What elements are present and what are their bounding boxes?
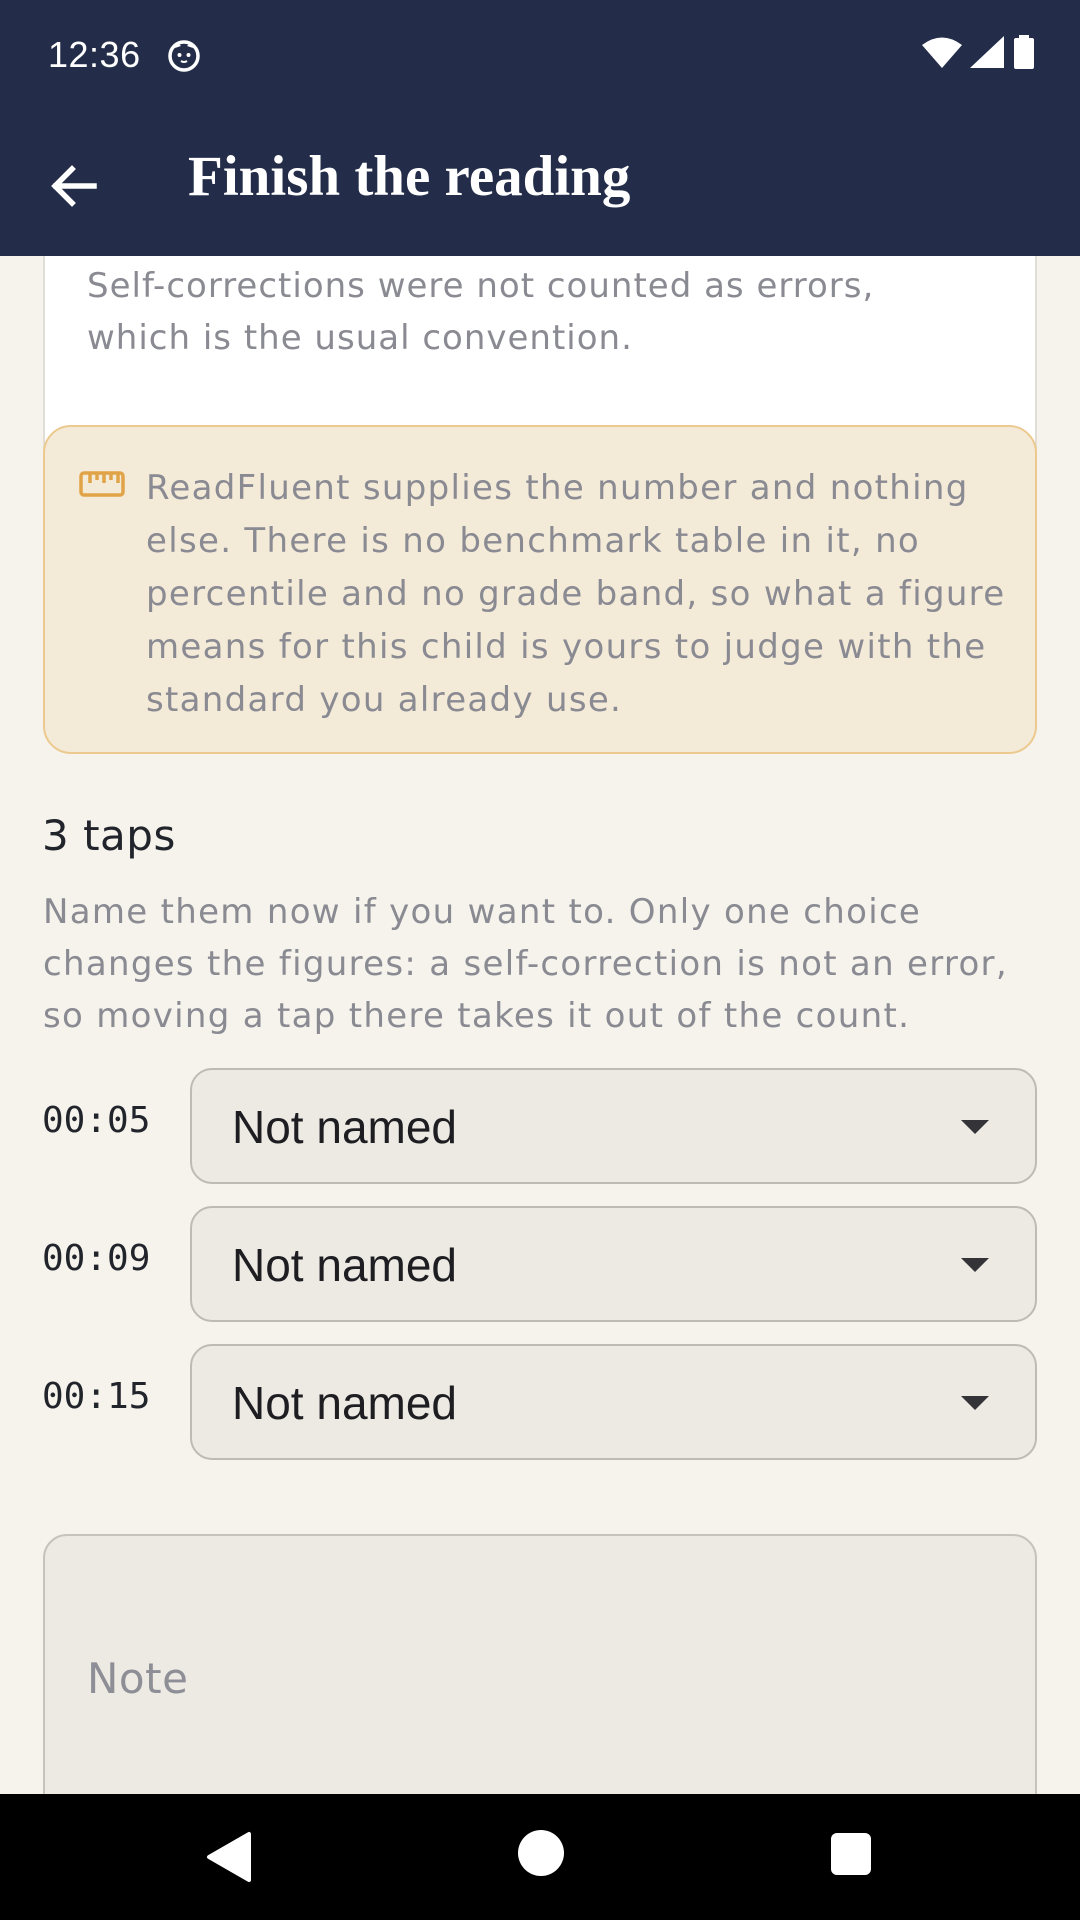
tap-type-dropdown[interactable]: Not named	[190, 1344, 1037, 1460]
screen: 12:36 Finish the reading Self-correction…	[0, 0, 1080, 1920]
nav-home-icon[interactable]	[518, 1830, 564, 1876]
note-input[interactable]: Note	[43, 1534, 1037, 1794]
signal-icon	[970, 36, 1004, 72]
page-title: Finish the reading	[188, 145, 631, 208]
cat-face-icon	[166, 37, 202, 73]
dropdown-arrow-icon	[961, 1258, 989, 1274]
battery-icon	[1012, 35, 1036, 73]
tap-row: 00:15 Not named	[0, 1344, 1080, 1460]
notice-text: ReadFluent supplies the number and nothi…	[146, 468, 1006, 720]
ruler-icon	[79, 471, 125, 497]
note-placeholder: Note	[87, 1654, 189, 1703]
nav-back-icon[interactable]	[205, 1831, 255, 1883]
app-bar: Finish the reading	[0, 110, 1080, 256]
navigation-bar	[0, 1794, 1080, 1920]
dropdown-arrow-icon	[961, 1120, 989, 1136]
arrow-left-icon	[50, 164, 98, 212]
tap-row: 00:09 Not named	[0, 1206, 1080, 1322]
nav-recents-icon[interactable]	[831, 1833, 871, 1875]
tap-type-value: Not named	[232, 1377, 458, 1429]
status-icons	[922, 35, 1036, 73]
tap-type-value: Not named	[232, 1101, 458, 1153]
method-card-text: Self-corrections were not counted as err…	[87, 266, 875, 358]
tap-type-dropdown[interactable]: Not named	[190, 1206, 1037, 1322]
wifi-icon	[922, 36, 962, 72]
dropdown-arrow-icon	[961, 1396, 989, 1412]
status-time: 12:36	[48, 34, 141, 75]
tap-time: 00:09	[42, 1238, 151, 1279]
back-button[interactable]	[40, 154, 108, 222]
tap-time: 00:05	[42, 1100, 151, 1141]
taps-heading: 3 taps	[42, 811, 176, 860]
tap-type-dropdown[interactable]: Not named	[190, 1068, 1037, 1184]
notice-card: ReadFluent supplies the number and nothi…	[43, 425, 1037, 754]
content-scroll-area[interactable]: Self-corrections were not counted as err…	[0, 256, 1080, 1794]
status-bar: 12:36	[0, 0, 1080, 110]
tap-row: 00:05 Not named	[0, 1068, 1080, 1184]
taps-description: Name them now if you want to. Only one c…	[43, 892, 1008, 1036]
tap-time: 00:15	[42, 1376, 151, 1417]
tap-type-value: Not named	[232, 1239, 458, 1291]
